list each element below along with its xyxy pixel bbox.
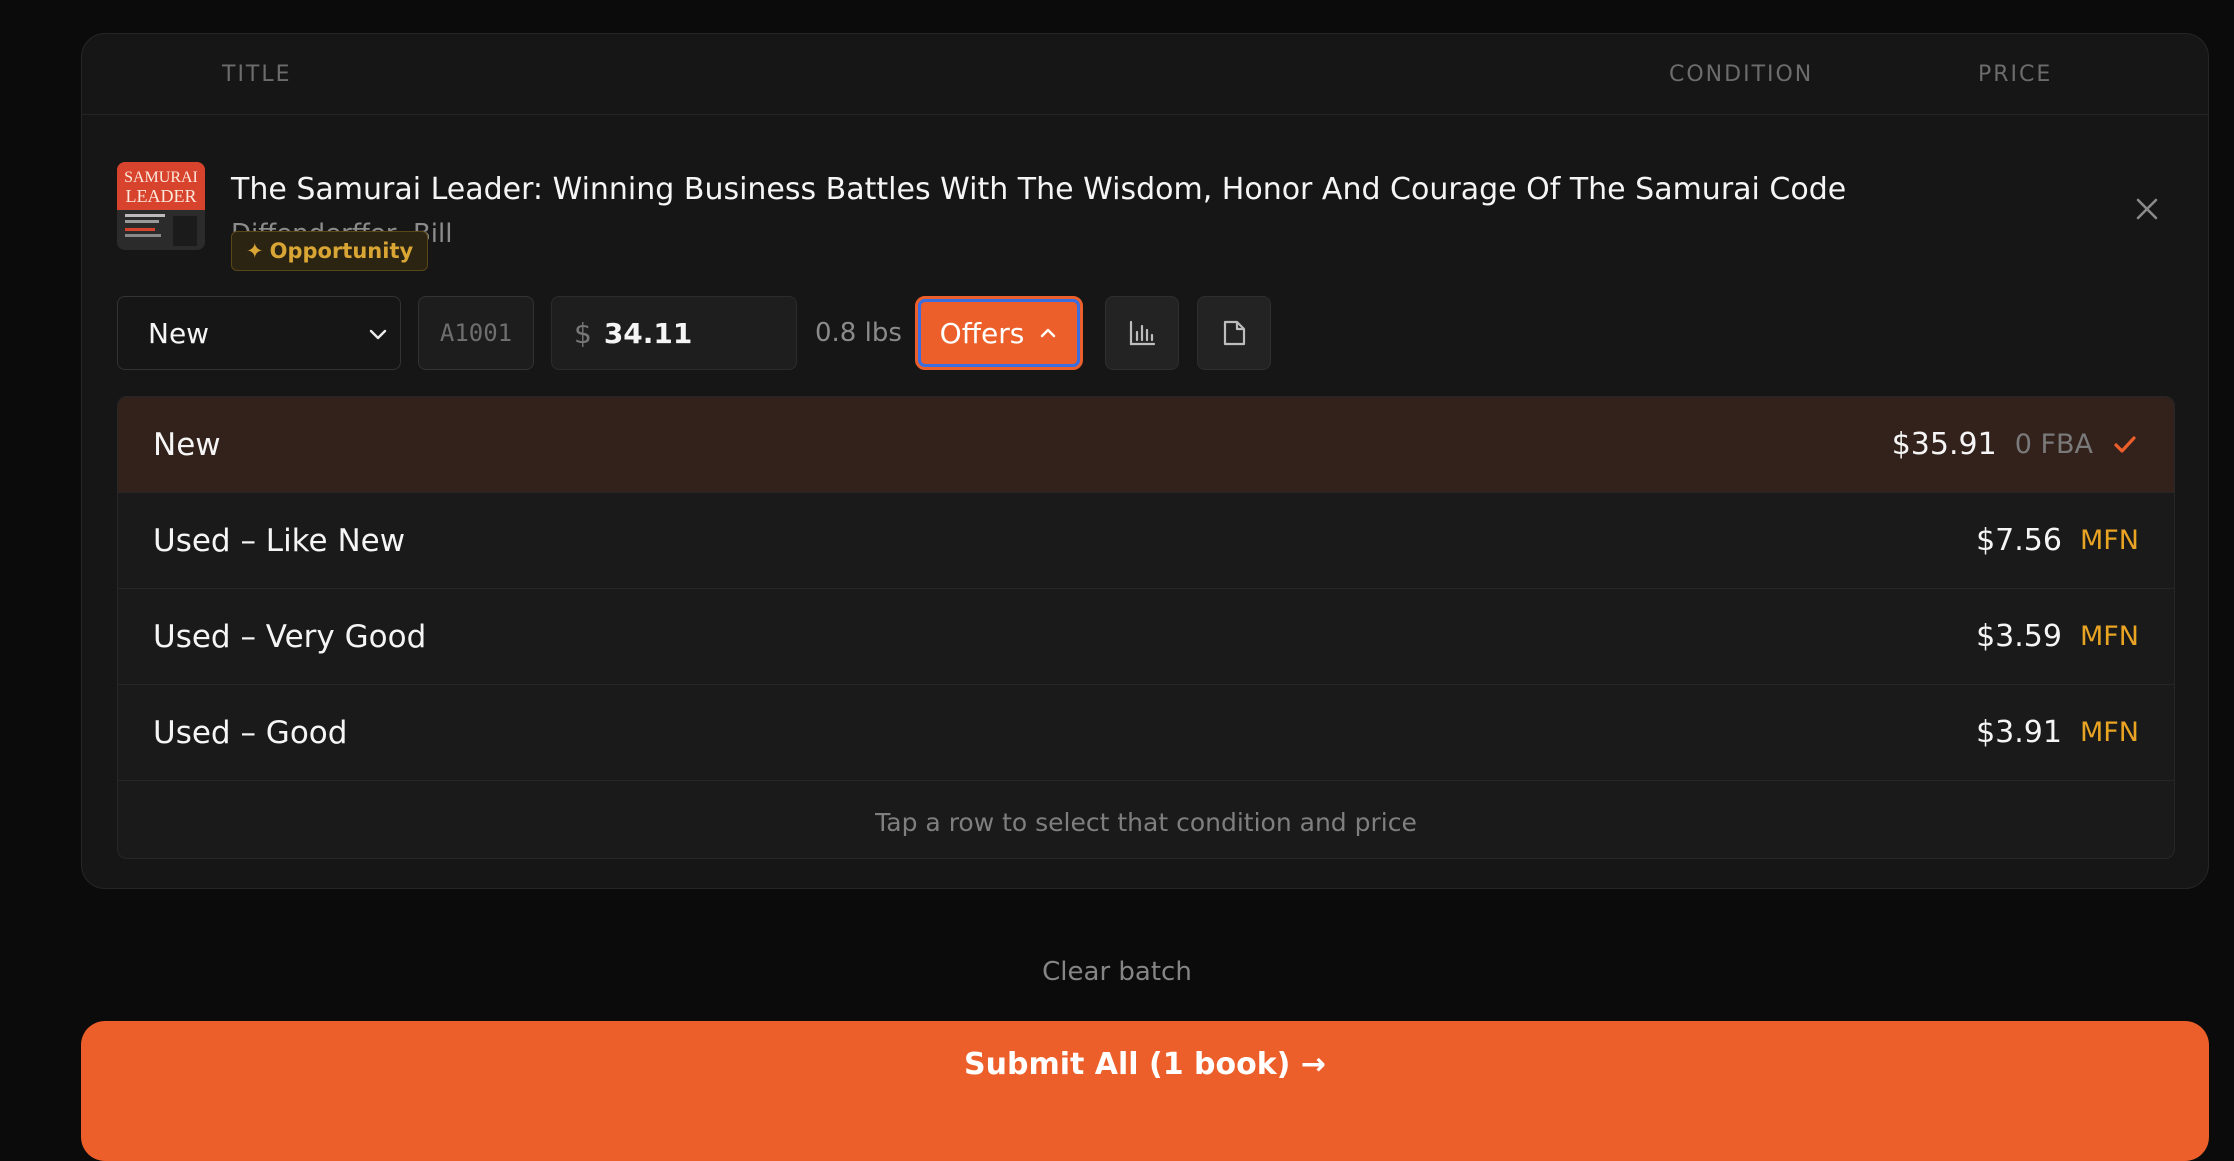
header-price: PRICE [1978,62,2053,87]
chevron-down-icon [369,329,387,340]
price-input[interactable]: $ 34.11 [551,296,797,370]
header-title: TITLE [222,62,292,87]
offer-price: $7.56 [1976,523,2062,558]
table-header: TITLE CONDITION PRICE [82,34,2208,115]
offer-row-new[interactable]: New $35.91 0 FBA [118,397,2174,493]
offer-price: $3.59 [1976,619,2062,654]
offers-toggle-button[interactable]: Offers [915,296,1083,370]
offer-row-used-like-new[interactable]: Used – Like New $7.56 MFN [118,493,2174,589]
svg-text:LEADER: LEADER [126,186,197,206]
offers-button-label: Offers [939,316,1025,350]
sku-input[interactable]: A1001 [418,296,534,370]
book-controls: New A1001 $ 34.11 0.8 lbs Offers [82,296,2208,372]
clear-batch-button[interactable]: Clear batch [0,957,2234,987]
offer-condition: Used – Like New [153,522,406,559]
offer-fulfillment: MFN [2079,717,2139,748]
offer-row-used-good[interactable]: Used – Good $3.91 MFN [118,685,2174,781]
offer-condition: New [153,426,221,463]
sales-chart-button[interactable] [1105,296,1179,370]
book-weight: 0.8 lbs [815,318,902,348]
header-condition: CONDITION [1669,62,1814,87]
offer-fulfillment: MFN [2079,621,2139,652]
offer-price: $3.91 [1976,715,2062,750]
condition-select-value: New [148,316,210,350]
currency-symbol: $ [574,316,592,350]
offer-fulfillment: MFN [2079,525,2139,556]
offer-condition: Used – Very Good [153,618,427,655]
offer-fulfillment: 0 FBA [2014,429,2093,460]
opportunity-badge: ✦ Opportunity [231,231,429,271]
bar-chart-icon [1129,320,1156,346]
document-icon [1223,320,1246,346]
chevron-up-icon [1041,328,1056,338]
batch-card: TITLE CONDITION PRICE SAMURAI LEADER The… [81,33,2209,889]
book-cover: SAMURAI LEADER [117,162,205,250]
badge-label: Opportunity [269,239,414,263]
notes-button[interactable] [1197,296,1271,370]
checkmark-icon [2114,435,2136,453]
sparkle-icon: ✦ [246,239,264,263]
offer-price: $35.91 [1891,427,1997,462]
close-icon [2136,198,2158,220]
price-value: 34.11 [603,316,693,350]
offer-condition: Used – Good [153,714,348,751]
submit-all-button[interactable]: Submit All (1 book) → [81,1021,2209,1161]
offers-hint: Tap a row to select that condition and p… [875,808,1417,837]
condition-select[interactable]: New [117,296,401,370]
svg-text:SAMURAI: SAMURAI [124,169,198,186]
offer-row-used-very-good[interactable]: Used – Very Good $3.59 MFN [118,589,2174,685]
submit-all-label: Submit All (1 book) → [964,1047,1326,1082]
offers-panel: New $35.91 0 FBA Used – Like New $7.56 M… [117,396,2175,859]
remove-book-button[interactable] [2132,194,2162,224]
book-title: The Samurai Leader: Winning Business Bat… [231,172,1847,207]
